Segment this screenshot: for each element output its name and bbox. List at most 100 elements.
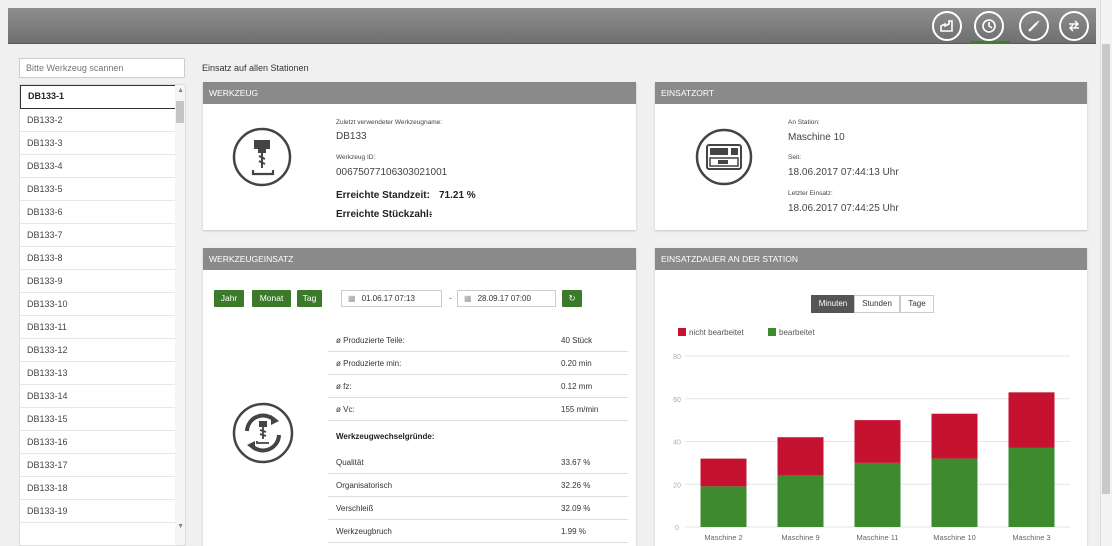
tool-list-item[interactable]: DB133-9 — [20, 270, 176, 293]
tool-list-item[interactable]: DB133-19 — [20, 500, 176, 523]
tool-list-item[interactable]: DB133-4 — [20, 155, 176, 178]
stat-row: ø fz: 0.12 mm — [328, 375, 628, 398]
seit-value: 18.06.2017 07:44:13 Uhr — [788, 167, 899, 178]
page-scrollbar-thumb[interactable] — [1102, 44, 1110, 494]
reasons-title: Werkzeugwechselgründe: — [336, 432, 435, 441]
filter-jahr-button[interactable]: Jahr — [214, 290, 244, 307]
date-from-input[interactable]: ▦ 01.06.17 07:13 — [341, 290, 442, 307]
tool-list-scrollbar-thumb[interactable] — [176, 101, 184, 123]
tool-list-item[interactable]: DB133-1 — [20, 85, 176, 109]
tool-list: DB133-1 DB133-2 DB133-3 DB133-4 DB133-5 DB133… — [19, 84, 186, 546]
tool-list-item[interactable]: DB133-16 — [20, 431, 176, 454]
seit-label: Seit: — [788, 154, 802, 161]
tool-list-item[interactable]: DB133-8 — [20, 247, 176, 270]
filter-monat-button[interactable]: Monat — [252, 290, 291, 307]
stat-value: 155 m/min — [561, 405, 599, 414]
stat-label: ø Produzierte Teile: — [336, 336, 405, 345]
stat-label: ø Produzierte min: — [336, 359, 402, 368]
standzeit-label: Erreichte Standzeit: — [336, 190, 430, 201]
einsatzort-panel-header: EINSATZORT — [655, 82, 1087, 104]
calendar-icon: ▦ — [464, 294, 472, 303]
tool-id-label: Werkzeug ID: — [336, 154, 376, 161]
letzter-einsatz-label: Letzter Einsatz: — [788, 190, 833, 197]
page-scrollbar[interactable] — [1100, 0, 1112, 546]
reason-value: 33.67 % — [561, 458, 591, 467]
unit-stunden-button[interactable]: Stunden — [854, 295, 900, 313]
stueckzahl-label: Erreichte Stückzahl: — [336, 209, 433, 220]
scroll-up-icon[interactable]: ▲ — [177, 87, 184, 94]
legend-swatch — [678, 328, 686, 336]
einsatzort-panel: EINSATZORT An Station: Maschine 10 Seit:… — [655, 82, 1087, 230]
bar-segment — [854, 462, 901, 527]
top-navigation-bar — [8, 8, 1096, 44]
exchange-nav-button[interactable] — [1059, 11, 1089, 41]
bar-segment — [931, 458, 978, 527]
calendar-icon: ▦ — [348, 294, 356, 303]
stat-row: ø Produzierte Teile: 40 Stück — [328, 329, 628, 352]
y-tick-label: 20 — [673, 482, 681, 489]
tool-list-item[interactable]: DB133-12 — [20, 339, 176, 362]
bar-segment — [700, 458, 747, 487]
standzeit-value: 71.21 % — [439, 190, 476, 201]
clock-icon — [982, 19, 996, 33]
factory-nav-button[interactable] — [932, 11, 962, 41]
unit-tage-button[interactable]: Tage — [900, 295, 934, 313]
y-tick-label: 60 — [673, 397, 681, 404]
tool-nav-button[interactable] — [1019, 11, 1049, 41]
werkzeugeinsatz-panel: WERKZEUGEINSATZ Jahr Monat Tag ▦ 01.06.17… — [203, 248, 636, 546]
stat-row: ø Vc: 155 m/min — [328, 398, 628, 421]
tool-list-item[interactable]: DB133-13 — [20, 362, 176, 385]
bar-segment — [700, 486, 747, 527]
tool-list-item[interactable]: DB133-14 — [20, 385, 176, 408]
reason-label: Qualität — [336, 458, 364, 467]
tool-scan-input[interactable] — [19, 58, 185, 78]
reason-value: 1.99 % — [561, 527, 586, 536]
station-value: Maschine 10 — [788, 132, 845, 143]
tool-list-item[interactable]: DB133-11 — [20, 316, 176, 339]
x-tick-label: Maschine 9 — [781, 533, 819, 542]
y-tick-label: 80 — [673, 354, 681, 361]
unit-minuten-button[interactable]: Minuten — [811, 295, 855, 313]
tool-list-item[interactable]: DB133-10 — [20, 293, 176, 316]
reason-row: Verschleiß 32.09 % — [328, 497, 628, 520]
date-range-separator: - — [449, 293, 452, 303]
werkzeug-panel: WERKZEUG Zuletzt verwendeter Werkzeugnam… — [203, 82, 636, 230]
einsatzdauer-chart: nicht bearbeitet bearbeitet 0 20 40 60 80 Masch… — [673, 328, 1070, 542]
tool-list-item[interactable]: DB133-5 — [20, 178, 176, 201]
tool-icon — [1028, 20, 1040, 32]
history-nav-button[interactable] — [974, 11, 1004, 41]
tool-change-cycle-icon — [232, 402, 294, 464]
stat-row: ø Produzierte min: 0.20 min — [328, 352, 628, 375]
tool-list-item[interactable]: DB133-2 — [20, 109, 176, 132]
tool-list-item[interactable]: DB133-3 — [20, 132, 176, 155]
date-from-value: 01.06.17 07:13 — [361, 294, 415, 303]
tool-list-item[interactable]: DB133-18 — [20, 477, 176, 500]
x-tick-label: Maschine 3 — [1012, 533, 1050, 542]
refresh-icon: ↻ — [568, 293, 576, 303]
einsatzdauer-panel: EINSATZDAUER AN DER STATION Minuten Stun… — [655, 248, 1087, 546]
stat-value: 40 Stück — [561, 336, 593, 345]
tool-list-item[interactable]: DB133-17 — [20, 454, 176, 477]
reason-label: Werkzeugbruch — [336, 527, 392, 536]
tool-list-item[interactable]: DB133-15 — [20, 408, 176, 431]
stat-label: ø Vc: — [336, 405, 355, 414]
stat-label: ø fz: — [336, 382, 352, 391]
tool-list-item[interactable]: DB133-7 — [20, 224, 176, 247]
scroll-down-icon[interactable]: ▼ — [177, 523, 184, 530]
date-to-input[interactable]: ▦ 28.09.17 07:00 — [457, 290, 556, 307]
filter-tag-button[interactable]: Tag — [297, 290, 322, 307]
werkzeug-panel-header: WERKZEUG — [203, 82, 636, 104]
y-tick-label: 40 — [673, 440, 681, 447]
x-tick-label: Maschine 10 — [933, 533, 976, 542]
refresh-button[interactable]: ↻ — [562, 290, 582, 307]
legend-label: bearbeitet — [779, 328, 815, 337]
tool-list-scrollbar[interactable]: ▲ ▼ — [175, 85, 185, 545]
letzter-einsatz-value: 18.06.2017 07:44:25 Uhr — [788, 203, 899, 214]
factory-icon — [940, 20, 953, 32]
reason-label: Organisatorisch — [336, 481, 393, 490]
bar-segment — [931, 413, 978, 459]
tool-list-item[interactable]: DB133-6 — [20, 201, 176, 224]
bar-segment — [1008, 447, 1055, 527]
bar-segment — [777, 475, 824, 527]
einsatzdauer-panel-header: EINSATZDAUER AN DER STATION — [655, 248, 1087, 270]
